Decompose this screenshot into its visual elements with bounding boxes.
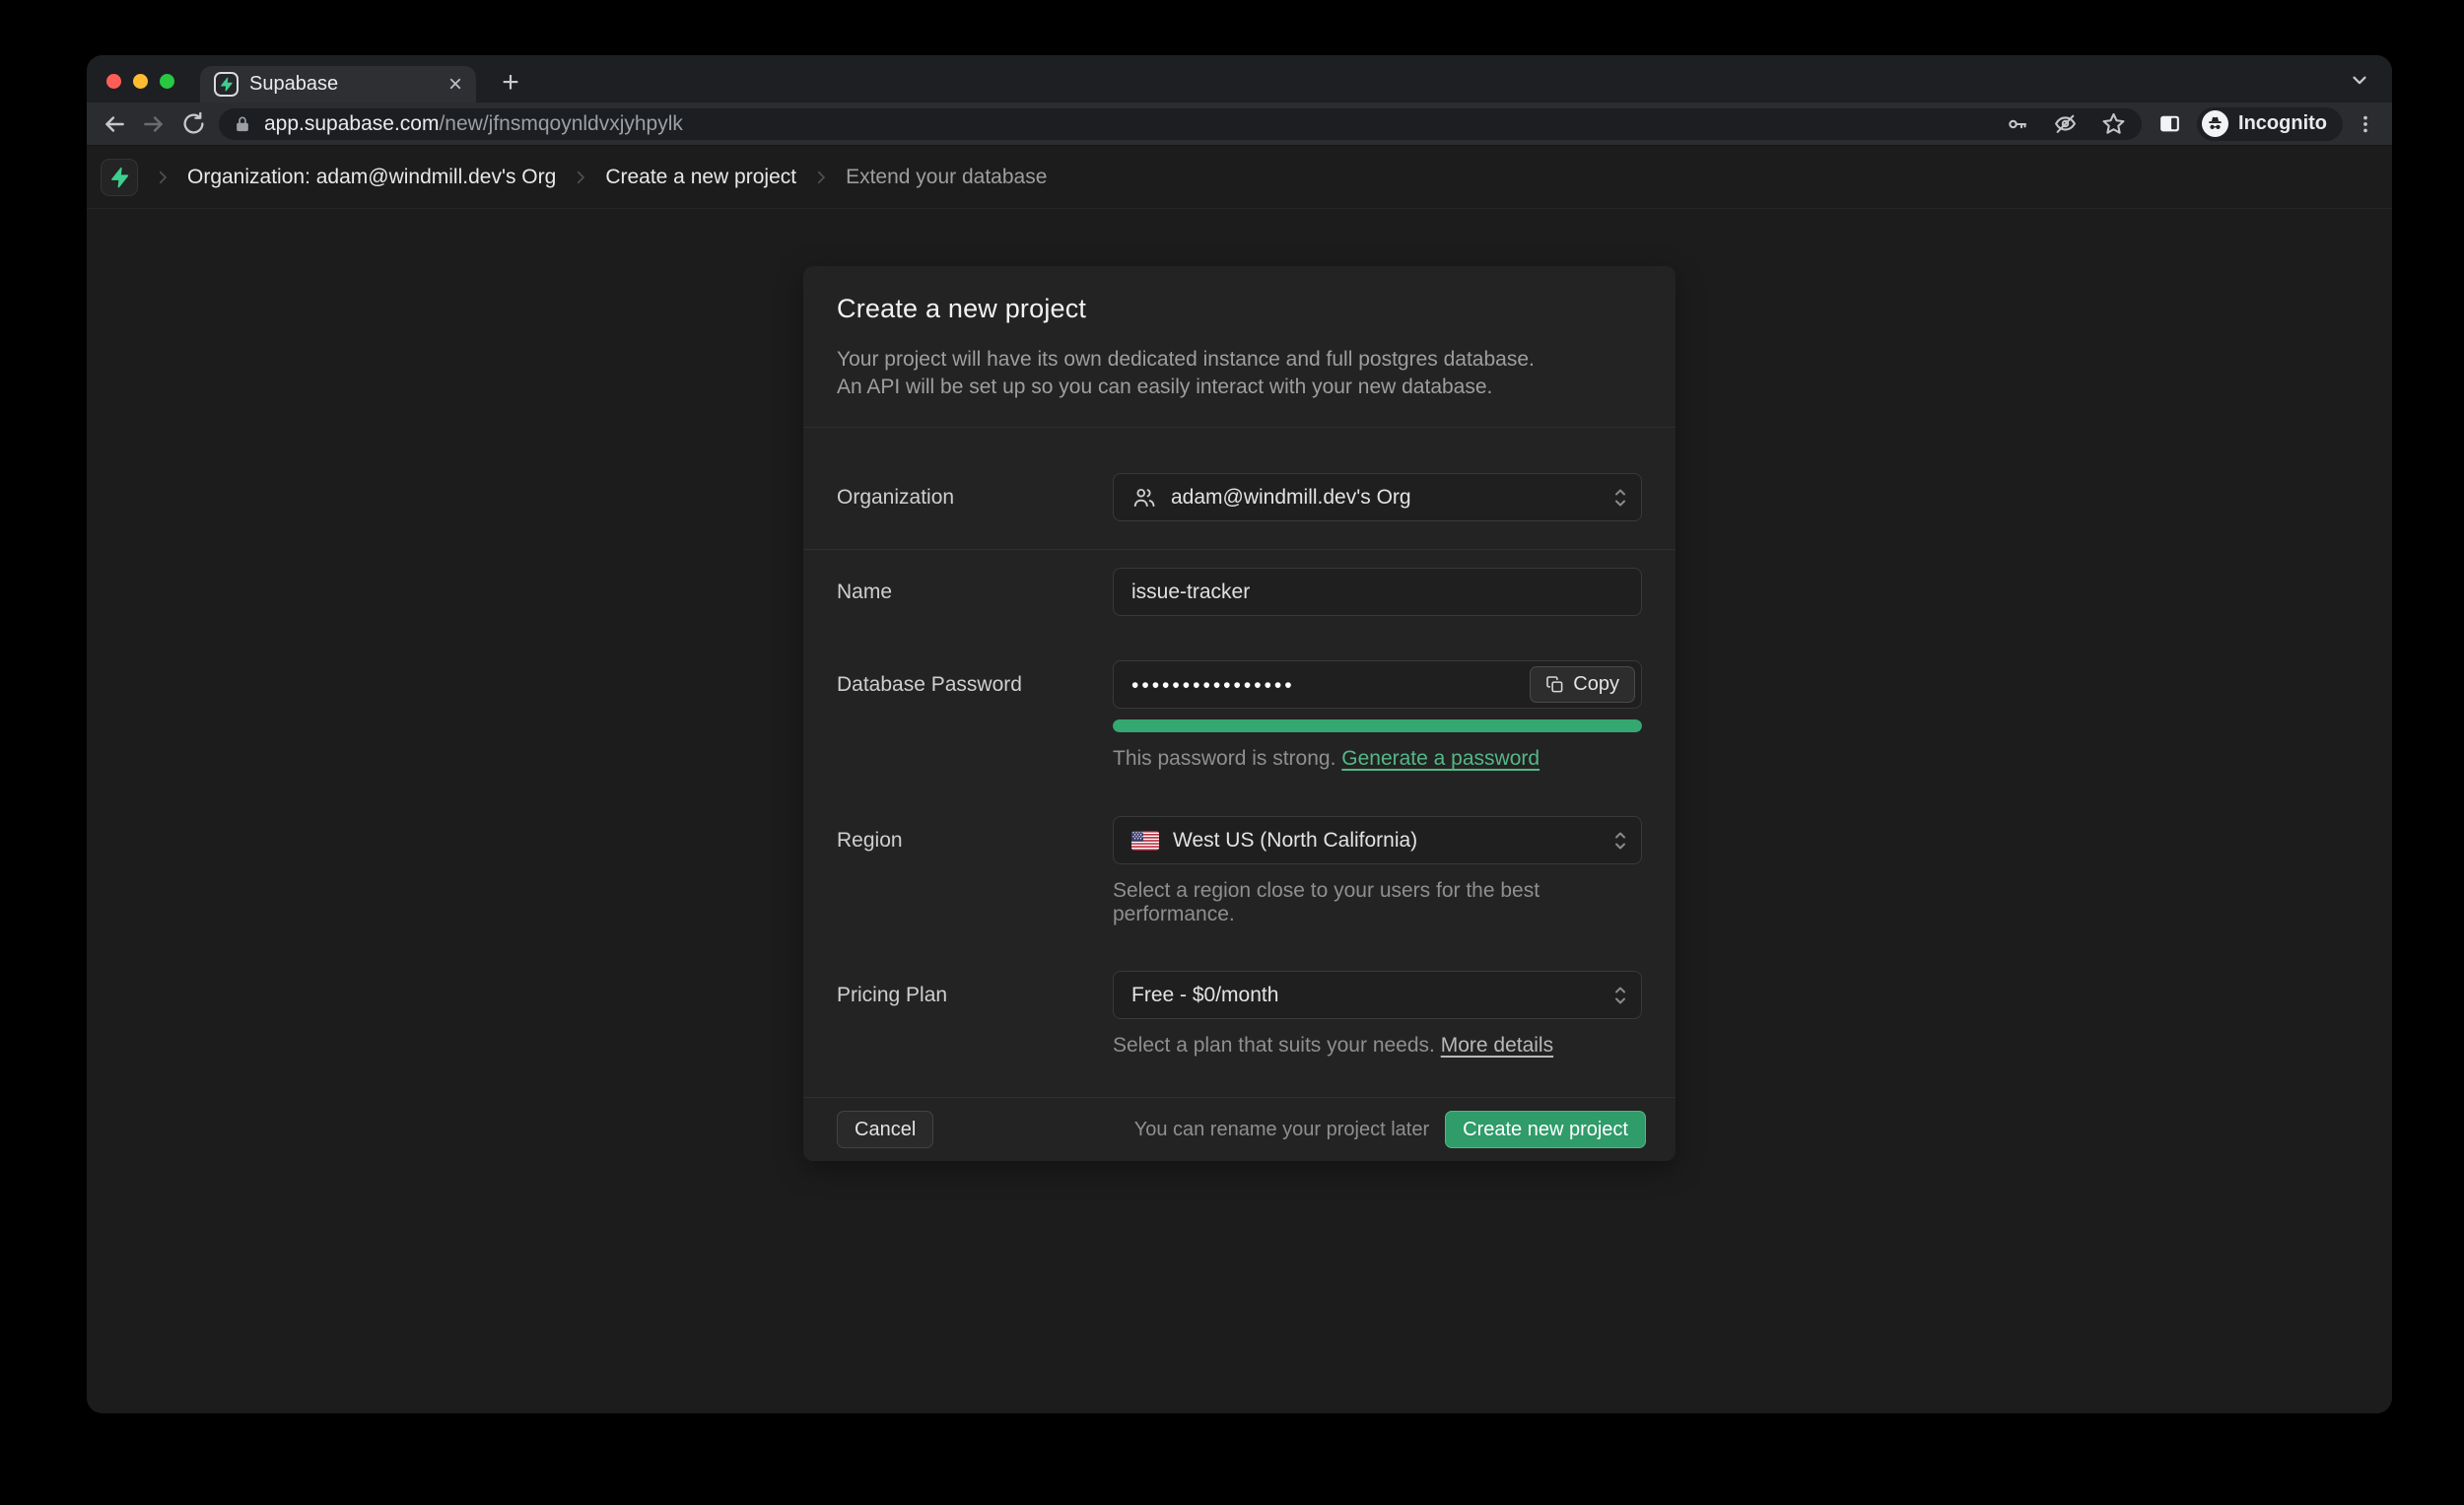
- tab-search-chevron-icon[interactable]: [2349, 69, 2370, 91]
- page-title: Create a new project: [837, 294, 1642, 324]
- password-strength-text: This password is strong.: [1113, 747, 1335, 770]
- project-name-input[interactable]: issue-tracker: [1113, 568, 1642, 616]
- maximize-window-button[interactable]: [160, 74, 174, 89]
- main-content: Create a new project Your project will h…: [87, 209, 2392, 1413]
- browser-window: Supabase × + app.supabase.: [87, 55, 2392, 1413]
- pricing-label: Pricing Plan: [837, 971, 1113, 1058]
- copy-password-button[interactable]: Copy: [1530, 666, 1635, 703]
- cancel-button[interactable]: Cancel: [837, 1111, 933, 1148]
- breadcrumb-extend-database: Extend your database: [846, 166, 1047, 189]
- region-row: Region West US (North California): [803, 816, 1676, 926]
- region-value: West US (North California): [1173, 829, 1417, 853]
- chevron-right-icon: [572, 169, 589, 186]
- pricing-helper-text: Select a plan that suits your needs.: [1113, 1034, 1435, 1057]
- card-footer: Cancel You can rename your project later…: [803, 1098, 1676, 1161]
- description-line-1: Your project will have its own dedicated…: [837, 346, 1642, 374]
- chevron-right-icon: [154, 169, 171, 186]
- pricing-helper: Select a plan that suits your needs. Mor…: [1113, 1034, 1642, 1058]
- us-flag-icon: [1131, 831, 1159, 851]
- password-helper: This password is strong. Generate a pass…: [1113, 747, 1642, 771]
- tab-strip: Supabase × +: [87, 55, 2392, 103]
- browser-menu-icon[interactable]: [2349, 106, 2382, 142]
- name-row: Name issue-tracker: [803, 568, 1676, 616]
- url-path: /new/jfnsmqoynldvxjyhpylk: [439, 112, 682, 135]
- screenshot-root: Supabase × + app.supabase.: [0, 0, 2464, 1505]
- reload-button[interactable]: [173, 104, 213, 144]
- forward-button[interactable]: [134, 104, 173, 144]
- description-line-2: An API will be set up so you can easily …: [837, 374, 1642, 401]
- select-chevrons-icon: [1611, 983, 1629, 1008]
- omnibox-actions: [2006, 111, 2126, 136]
- pricing-plan-select[interactable]: Free - $0/month: [1113, 971, 1642, 1019]
- password-masked-value: ••••••••••••••••: [1131, 672, 1295, 698]
- pricing-row: Pricing Plan Free - $0/month Select a pl…: [803, 971, 1676, 1058]
- lock-icon: [233, 114, 252, 134]
- organization-label: Organization: [837, 473, 1113, 521]
- region-select[interactable]: West US (North California): [1113, 816, 1642, 864]
- name-label: Name: [837, 568, 1113, 616]
- more-details-link[interactable]: More details: [1441, 1034, 1553, 1057]
- select-chevrons-icon: [1611, 485, 1629, 511]
- rename-hint: You can rename your project later: [1134, 1119, 1429, 1141]
- url-bar[interactable]: app.supabase.com/new/jfnsmqoynldvxjyhpyl…: [219, 108, 2142, 140]
- create-new-project-button[interactable]: Create new project: [1445, 1111, 1646, 1148]
- bookmark-star-icon[interactable]: [2101, 111, 2126, 136]
- back-button[interactable]: [95, 104, 134, 144]
- incognito-label: Incognito: [2238, 112, 2327, 135]
- eye-hidden-icon[interactable]: [2053, 111, 2078, 136]
- supabase-logo-icon[interactable]: [101, 159, 138, 196]
- organization-select[interactable]: adam@windmill.dev's Org: [1113, 473, 1642, 521]
- pricing-plan-value: Free - $0/month: [1131, 984, 1278, 1007]
- create-project-card: Create a new project Your project will h…: [803, 266, 1676, 1161]
- organization-value: adam@windmill.dev's Org: [1171, 486, 1411, 510]
- supabase-app: Organization: adam@windmill.dev's Org Cr…: [87, 146, 2392, 1413]
- generate-password-link[interactable]: Generate a password: [1341, 747, 1540, 770]
- copy-label: Copy: [1573, 673, 1619, 696]
- close-window-button[interactable]: [106, 74, 121, 89]
- password-strength-bar: [1113, 719, 1642, 732]
- chevron-right-icon: [812, 169, 830, 186]
- password-key-icon[interactable]: [2006, 112, 2029, 136]
- new-tab-button[interactable]: +: [494, 68, 527, 98]
- breadcrumb-organization[interactable]: Organization: adam@windmill.dev's Org: [187, 166, 556, 189]
- password-row: Database Password ••••••••••••••••: [803, 660, 1676, 771]
- copy-icon: [1545, 675, 1564, 694]
- card-header: Create a new project Your project will h…: [803, 266, 1676, 427]
- region-helper: Select a region close to your users for …: [1113, 879, 1642, 926]
- tab-close-icon[interactable]: ×: [446, 73, 464, 97]
- breadcrumb-create-project[interactable]: Create a new project: [605, 166, 796, 189]
- users-icon: [1131, 485, 1157, 511]
- supabase-favicon-icon: [214, 72, 239, 97]
- incognito-icon: [2202, 110, 2228, 137]
- side-panel-icon[interactable]: [2150, 106, 2189, 142]
- organization-row: Organization adam@windmill.dev's Org: [803, 473, 1676, 521]
- region-label: Region: [837, 816, 1113, 926]
- tab-title: Supabase: [249, 73, 446, 96]
- app-header: Organization: adam@windmill.dev's Org Cr…: [87, 146, 2392, 209]
- url-text: app.supabase.com/new/jfnsmqoynldvxjyhpyl…: [264, 112, 2006, 136]
- url-domain: app.supabase.com: [264, 112, 439, 135]
- select-chevrons-icon: [1611, 828, 1629, 854]
- card-description: Your project will have its own dedicated…: [837, 346, 1642, 401]
- project-name-value: issue-tracker: [1131, 581, 1250, 604]
- minimize-window-button[interactable]: [133, 74, 148, 89]
- browser-tab[interactable]: Supabase ×: [200, 66, 476, 103]
- traffic-lights: [106, 74, 174, 89]
- incognito-badge: Incognito: [2197, 107, 2343, 141]
- password-label: Database Password: [837, 660, 1113, 771]
- browser-toolbar: app.supabase.com/new/jfnsmqoynldvxjyhpyl…: [87, 103, 2392, 146]
- password-strength-bar-fill: [1113, 719, 1642, 732]
